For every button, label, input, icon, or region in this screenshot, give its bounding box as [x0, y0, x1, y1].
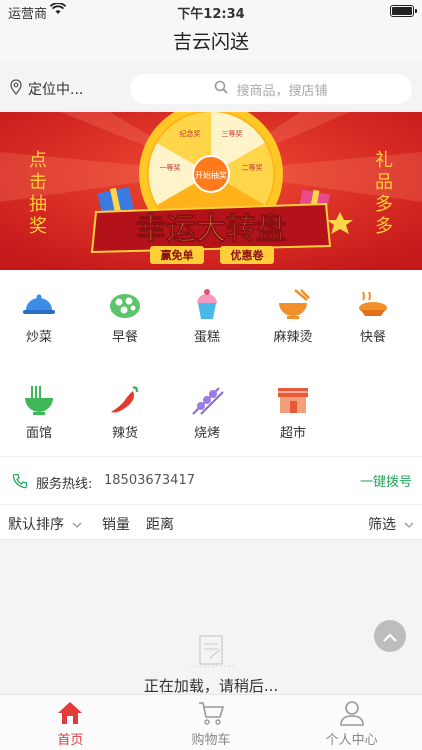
category-label: 麻辣烫	[273, 330, 313, 345]
search-icon	[214, 80, 236, 98]
category-chaocai[interactable]: 炒菜	[4, 288, 74, 358]
wheel-label-3: 一等奖	[160, 163, 181, 172]
battery-icon	[390, 5, 417, 17]
chevron-down-icon	[404, 516, 414, 532]
wheel-label-2: 二等奖	[242, 163, 263, 172]
banner-tag-left: 赢免单	[161, 248, 194, 262]
hotline-title: 服务热线:	[36, 477, 93, 492]
sort-distance-label: 距离	[146, 517, 174, 533]
clock: 下午12:34	[177, 7, 245, 22]
banner-left-char-3: 奖	[29, 216, 47, 237]
sort-default-dropdown[interactable]: 默认排序	[8, 514, 82, 534]
cart-icon	[141, 700, 282, 726]
sort-sales-button[interactable]: 销量	[102, 514, 130, 534]
category-lahuo[interactable]: 辣货	[90, 384, 160, 454]
sort-bar: 默认排序 销量 距离 筛选	[0, 504, 422, 540]
noodle-bowl-icon	[21, 384, 57, 416]
loading-text: 正在加载，请稍后...	[143, 677, 279, 695]
banner-left-char-1: 击	[29, 172, 47, 193]
banner-right-char-0: 礼	[375, 150, 393, 171]
phone-icon	[12, 473, 28, 493]
chevron-down-icon	[72, 516, 82, 532]
location-pin-icon	[10, 79, 28, 99]
tab-home[interactable]: 首页	[0, 695, 141, 750]
tab-cart-label: 购物车	[191, 733, 231, 748]
category-malatang[interactable]: 麻辣烫	[258, 288, 328, 358]
page-title: 吉云闪送	[172, 31, 249, 53]
store-icon	[275, 384, 311, 416]
cake-icon	[189, 288, 225, 320]
category-label: 面馆	[25, 426, 52, 441]
loading-area: 正在加载，请稍后...	[0, 540, 422, 695]
chili-icon	[107, 384, 143, 416]
nav-bar: 吉云闪送	[0, 22, 422, 62]
category-zaocan[interactable]: 早餐	[90, 288, 160, 358]
breakfast-icon	[107, 288, 143, 320]
banner-right-char-2: 多	[375, 194, 393, 215]
category-label: 超市	[279, 426, 306, 441]
wheel-label-0: 纪念奖	[180, 129, 201, 138]
search-input[interactable]: 搜商品，搜店铺	[130, 74, 412, 104]
category-chaoshi[interactable]: 超市	[258, 384, 328, 454]
sort-sales-label: 销量	[102, 517, 130, 533]
location-search-bar: 定位中... 搜商品，搜店铺	[0, 62, 422, 112]
category-label: 快餐	[359, 330, 386, 345]
category-label: 蛋糕	[193, 330, 220, 345]
wheel-center-label: 开始抽奖	[195, 170, 227, 180]
tab-cart[interactable]: 购物车	[141, 695, 282, 750]
service-hotline: 服务热线: 18503673417 一键拨号	[0, 456, 422, 504]
filter-label: 筛选	[368, 517, 396, 533]
tab-home-label: 首页	[57, 733, 84, 748]
banner-tag-right: 优惠卷	[231, 248, 265, 262]
category-label: 辣货	[111, 426, 138, 441]
promo-banner[interactable]: 开始抽奖 纪念奖 三等奖 二等奖 一等奖 幸运大转盘 赢免单 优惠卷 点 击 抽…	[0, 112, 422, 270]
fast-food-icon	[355, 288, 391, 320]
status-bar: 运营商 下午12:34	[0, 0, 422, 22]
home-icon	[0, 700, 141, 726]
tab-profile-label: 个人中心	[325, 733, 378, 748]
banner-title: 幸运大转盘	[136, 212, 286, 247]
filter-dropdown[interactable]: 筛选	[368, 514, 414, 534]
banner-right-char-1: 品	[375, 172, 393, 193]
tab-bar: 首页 购物车 个人中心	[0, 694, 422, 750]
skewer-icon	[189, 384, 225, 416]
location-label: 定位中...	[28, 82, 84, 98]
category-mianguan[interactable]: 面馆	[4, 384, 74, 454]
chevron-up-icon	[383, 627, 397, 646]
location-selector[interactable]: 定位中...	[10, 79, 83, 99]
banner-right-char-3: 多	[375, 216, 393, 237]
banner-left-char-0: 点	[29, 150, 47, 171]
category-dangao[interactable]: 蛋糕	[172, 288, 242, 358]
empty-document-icon	[186, 632, 236, 674]
hotline-number: 18503673417	[104, 473, 195, 488]
category-kuaican[interactable]: 快餐	[338, 288, 408, 358]
category-grid: 炒菜 早餐 蛋糕 麻辣烫 快餐 面馆 辣货 烧烤 超市	[0, 270, 422, 456]
sort-distance-button[interactable]: 距离	[146, 514, 174, 534]
category-label: 炒菜	[25, 330, 52, 345]
wheel-label-1: 三等奖	[222, 129, 243, 138]
sort-default-label: 默认排序	[8, 517, 64, 533]
search-placeholder: 搜商品，搜店铺	[236, 83, 328, 99]
user-icon	[281, 700, 422, 726]
banner-left-char-2: 抽	[29, 194, 47, 215]
dish-cover-icon	[21, 288, 57, 320]
back-to-top-button[interactable]	[374, 620, 406, 652]
category-shaokao[interactable]: 烧烤	[172, 384, 242, 454]
dial-button[interactable]: 一键拨号	[360, 471, 412, 490]
tab-profile[interactable]: 个人中心	[281, 695, 422, 750]
hotpot-bowl-icon	[275, 288, 311, 320]
category-label: 烧烤	[193, 426, 220, 441]
category-label: 早餐	[111, 330, 138, 345]
